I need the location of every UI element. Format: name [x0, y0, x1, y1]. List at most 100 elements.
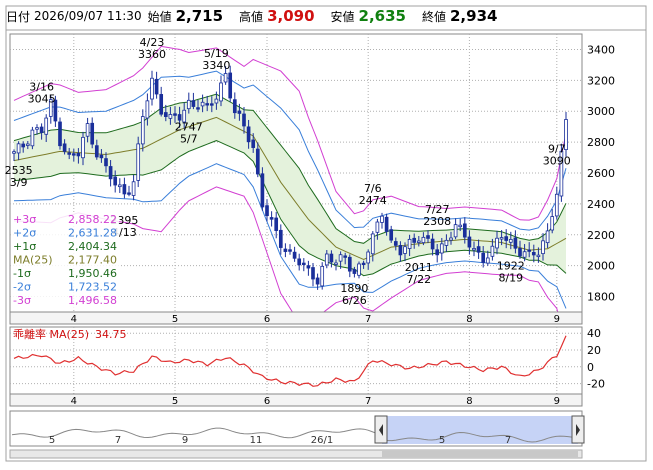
x-axis-strip-main: [9, 311, 583, 325]
candle-body: [329, 253, 334, 263]
candle-body: [67, 152, 72, 155]
legend-label: -3σ: [13, 294, 31, 307]
candle-body: [44, 117, 49, 135]
candle-body: [407, 238, 412, 249]
candle-body: [398, 245, 403, 256]
price-tick-label: 2200: [587, 229, 615, 242]
legend-value: 2,404.34: [68, 240, 117, 253]
annotation-value: 8/19: [498, 271, 523, 284]
candle-body: [35, 127, 39, 130]
candle-body: [269, 217, 274, 220]
candle-body: [416, 240, 421, 243]
candle-body: [260, 173, 265, 208]
candle-body: [504, 236, 509, 241]
candle-body: [94, 145, 99, 158]
scrollbar-thumb[interactable]: [382, 451, 578, 457]
legend-label: +3σ: [13, 213, 36, 226]
candle-body: [145, 100, 150, 119]
annotation-value: 6/26: [342, 294, 367, 307]
price-tick-label: 2800: [587, 136, 615, 149]
navigator-label: 5: [49, 435, 55, 446]
legend-value: 1,723.52: [68, 281, 117, 294]
candle-body: [173, 113, 177, 116]
annotation-value: 3360: [138, 48, 166, 61]
legend-label: -2σ: [13, 281, 31, 294]
candle-body: [361, 262, 366, 266]
legend-value: 2,177.40: [68, 254, 117, 267]
candle-body: [380, 215, 384, 223]
x-tick-label: 7: [365, 314, 371, 325]
deviation-tick-label: 0: [587, 361, 594, 374]
candle-body: [338, 254, 343, 262]
annotation-value: 2308: [423, 215, 451, 228]
candle-body: [265, 205, 269, 217]
candle-body: [21, 143, 26, 148]
candle-body: [246, 126, 251, 143]
candle-body: [513, 237, 518, 249]
candle-body: [168, 114, 173, 119]
candle-body: [485, 257, 490, 264]
x-axis-strip-deviation: [9, 393, 583, 407]
legend-label: MA(25): [13, 254, 53, 267]
navigator-label: 9: [182, 435, 188, 446]
navigator-selection[interactable]: [382, 416, 578, 444]
navigator-label: 7: [505, 435, 511, 446]
candle-body: [384, 216, 389, 232]
x-tick-label: 5: [172, 314, 178, 325]
price-tick-label: 2400: [587, 198, 615, 211]
candle-body: [541, 240, 545, 255]
candle-body: [104, 158, 108, 167]
candle-body: [71, 153, 76, 156]
legend-label: +2σ: [13, 227, 36, 240]
candle-body: [518, 248, 522, 257]
candle-body: [343, 255, 348, 258]
candle-body: [499, 237, 504, 240]
candle-body: [278, 229, 283, 248]
candle-body: [58, 121, 62, 147]
candle-body: [186, 99, 191, 110]
candle-body: [209, 103, 214, 106]
x-tick-label: 7: [365, 396, 371, 407]
candle-body: [140, 116, 145, 145]
legend: +3σ 2,858.22 +2σ 2,631.28 +1σ 2,404.34 MA(25) 2…: [11, 212, 119, 310]
candle-body: [219, 82, 223, 102]
candle-body: [12, 151, 16, 154]
candle-body: [232, 99, 237, 114]
annotation-value: 2474: [359, 194, 387, 207]
x-tick-label: 9: [554, 396, 560, 407]
x-tick-label: 5: [172, 396, 178, 407]
legend-value: 1,950.46: [68, 267, 117, 280]
candle-body: [191, 100, 196, 107]
candle-body: [375, 221, 380, 233]
price-tick-label: 2600: [587, 167, 615, 180]
candle-body: [25, 143, 30, 146]
candle-body: [163, 112, 168, 117]
x-tick-label: 8: [466, 396, 472, 407]
navigator-label: 7: [115, 435, 121, 446]
candle-body: [495, 237, 499, 249]
candle-body: [476, 246, 481, 253]
price-tick-label: 2000: [587, 260, 615, 273]
x-tick-label: 4: [71, 396, 77, 407]
candle-body: [288, 249, 292, 252]
legend-value: 2,858.22: [68, 213, 117, 226]
candle-body: [283, 248, 288, 252]
candle-body: [462, 223, 467, 238]
candle-body: [117, 184, 122, 188]
chart-svg: 180020002200240026002800300032003400 3/1…: [5, 5, 647, 462]
candle-body: [62, 143, 67, 152]
candle-body: [150, 77, 154, 100]
x-tick-label: 6: [264, 396, 270, 407]
deviation-tick-label: -20: [587, 378, 605, 391]
deviation-label: 乖離率 MA(25): [13, 327, 89, 341]
candle-body: [426, 235, 430, 239]
candle-body: [531, 251, 536, 256]
navigator-label: 11: [250, 435, 263, 446]
price-tick-label: 3200: [587, 74, 615, 87]
candle-body: [255, 148, 260, 175]
candle-body: [490, 245, 495, 257]
candle-body: [439, 243, 444, 254]
candle-body: [370, 233, 375, 255]
navigator-label: 26/1: [311, 435, 333, 446]
navigator-label: 5: [439, 435, 445, 446]
